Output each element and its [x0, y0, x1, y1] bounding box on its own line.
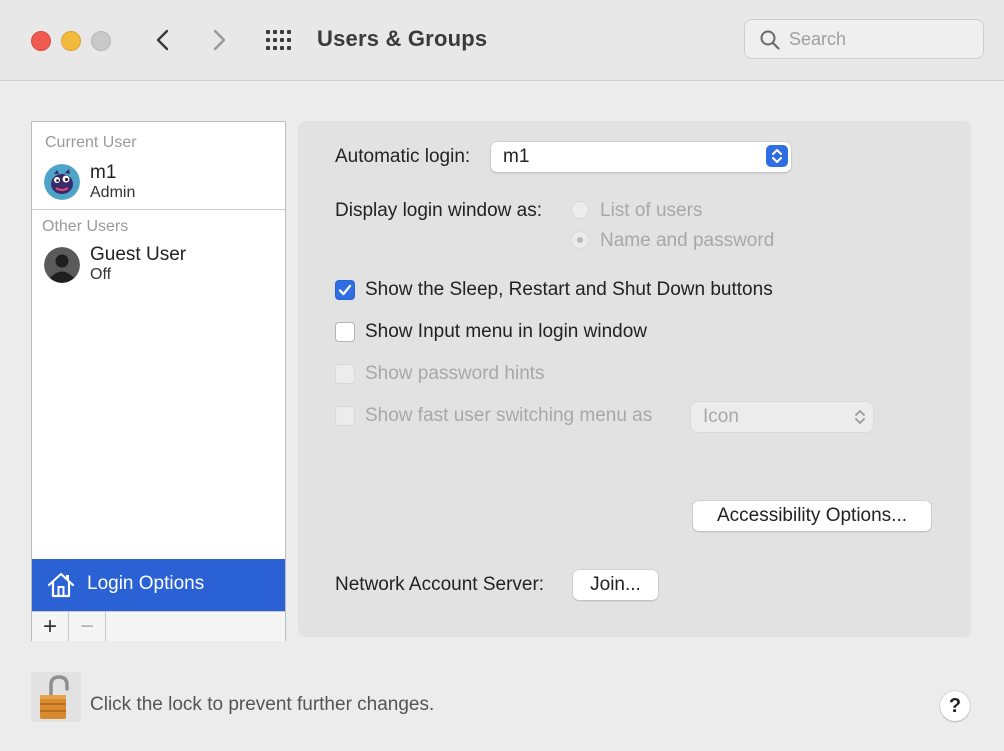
checkmark-icon: [338, 284, 352, 296]
guest-user-name: Guest User: [90, 244, 187, 265]
radio-name-and-password-label: Name and password: [600, 230, 775, 251]
user-avatar-icon: [44, 164, 80, 200]
automatic-login-popup[interactable]: m1: [491, 142, 791, 172]
sidebar-footer: + −: [32, 611, 285, 641]
updown-chevron-icon: [855, 410, 865, 424]
automatic-login-value: m1: [503, 146, 530, 167]
window-title: Users & Groups: [317, 26, 488, 51]
search-input[interactable]: [789, 26, 969, 52]
show-all-button[interactable]: [264, 26, 296, 54]
lock-status-text: Click the lock to prevent further change…: [90, 694, 435, 715]
guest-avatar-icon: [44, 247, 80, 283]
checkbox-fast-user-switching-label: Show fast user switching menu as: [365, 405, 653, 426]
checkbox-show-input-menu-label: Show Input menu in login window: [365, 321, 648, 342]
users-sidebar: Current User m1 Admin Other Users Guest …: [31, 121, 286, 641]
guest-user-status: Off: [90, 266, 112, 283]
popup-arrows-icon: [766, 145, 788, 167]
forward-button[interactable]: [205, 24, 233, 56]
current-user-name: m1: [90, 162, 117, 183]
back-button[interactable]: [150, 24, 178, 56]
network-account-server-label: Network Account Server:: [335, 574, 545, 595]
zoom-window-button[interactable]: [91, 31, 111, 51]
remove-user-button[interactable]: −: [69, 612, 106, 641]
accessibility-options-button[interactable]: Accessibility Options...: [693, 501, 931, 531]
fast-switching-popup[interactable]: Icon: [691, 402, 873, 432]
checkbox-fast-user-switching[interactable]: [335, 406, 355, 426]
checkbox-show-password-hints-label: Show password hints: [365, 363, 545, 384]
current-user-role: Admin: [90, 184, 136, 201]
sidebar-item-current-user[interactable]: m1 Admin: [32, 158, 285, 220]
chevron-left-icon: [156, 29, 169, 51]
current-user-section-label: Current User: [45, 134, 137, 151]
checkbox-show-input-menu[interactable]: [335, 322, 355, 342]
join-button[interactable]: Join...: [573, 570, 658, 600]
house-icon: [47, 572, 75, 598]
avatar: [44, 247, 80, 283]
radio-list-of-users[interactable]: [571, 201, 589, 219]
radio-name-and-password[interactable]: [571, 231, 589, 249]
unlocked-padlock-icon: [40, 675, 69, 719]
login-options-panel: Automatic login: m1 Display login window…: [298, 121, 971, 637]
lock-button[interactable]: [31, 672, 81, 722]
fast-switching-value: Icon: [703, 406, 739, 427]
avatar: [44, 164, 80, 200]
checkbox-show-password-hints[interactable]: [335, 364, 355, 384]
sidebar-item-login-options[interactable]: Login Options: [32, 559, 285, 611]
search-field[interactable]: [744, 19, 984, 59]
users-groups-window: Users & Groups Current User: [0, 0, 1004, 751]
close-window-button[interactable]: [31, 31, 51, 51]
sidebar-item-guest-user[interactable]: Guest User Off: [32, 240, 285, 302]
login-options-label: Login Options: [87, 573, 205, 594]
window-toolbar: Users & Groups: [0, 0, 1004, 81]
checkbox-show-sleep-restart-label: Show the Sleep, Restart and Shut Down bu…: [365, 279, 773, 300]
checkbox-show-sleep-restart[interactable]: [335, 280, 355, 300]
help-button[interactable]: ?: [940, 691, 970, 721]
chevron-right-icon: [213, 29, 226, 51]
other-users-section-label: Other Users: [42, 218, 129, 235]
minimize-window-button[interactable]: [61, 31, 81, 51]
automatic-login-label: Automatic login:: [335, 146, 471, 167]
sidebar-divider: [32, 209, 285, 210]
radio-list-of-users-label: List of users: [600, 200, 703, 221]
question-icon: ?: [948, 695, 962, 717]
display-login-label: Display login window as:: [335, 200, 542, 221]
search-icon: [760, 30, 780, 50]
add-user-button[interactable]: +: [32, 612, 69, 641]
grid-icon: [266, 30, 291, 50]
